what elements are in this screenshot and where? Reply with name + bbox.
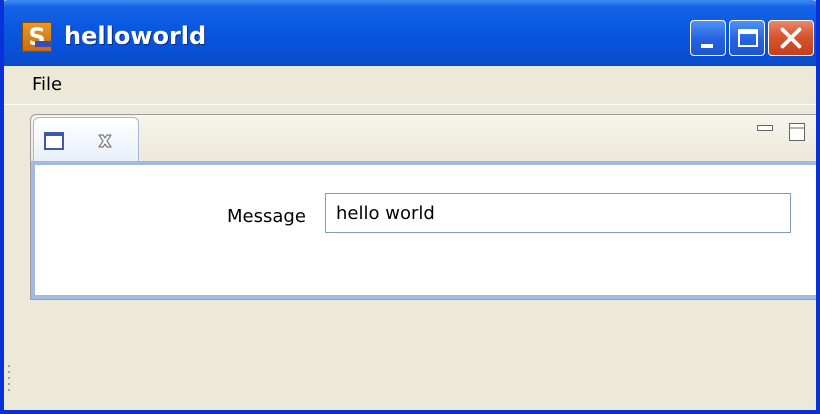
app-icon[interactable]: S [22,22,52,52]
title-bar[interactable]: S helloworld [4,0,816,66]
window-title: helloworld [64,22,207,50]
view-icon [44,132,64,150]
app-icon-bar [35,41,51,47]
message-input[interactable] [325,193,791,233]
tab-close-icon[interactable] [96,132,114,150]
view-maximize-icon[interactable] [789,123,805,141]
view-tab[interactable] [33,117,139,163]
application-window: S helloworld File Message hello world [0,0,820,414]
view-minimize-icon[interactable] [757,125,773,133]
view-content: Message [31,161,816,299]
menu-file[interactable]: File [32,74,62,96]
menu-bar: File [4,66,816,105]
minimize-button[interactable] [690,20,726,56]
close-icon [780,27,802,49]
view-tab-strip [31,115,816,163]
resize-grip-icon[interactable] [6,364,12,394]
close-button[interactable] [768,20,814,56]
view-panel: Message [30,114,816,300]
maximize-button[interactable] [729,20,765,56]
message-label: Message [227,206,306,227]
minimize-icon [701,44,713,48]
maximize-icon [738,29,758,47]
